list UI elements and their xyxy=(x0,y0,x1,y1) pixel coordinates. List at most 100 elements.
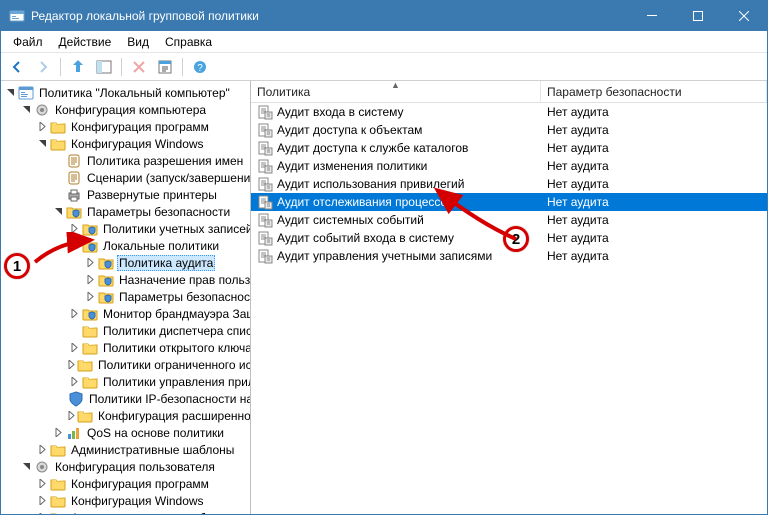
tree-user-admin-templates-icon xyxy=(50,510,66,515)
tree-name-resolution[interactable]: Политика разрешения имен xyxy=(3,152,251,169)
tree-expander-icon[interactable] xyxy=(19,460,33,474)
policy-name: Аудит изменения политики xyxy=(277,159,427,173)
forward-button[interactable] xyxy=(31,56,55,78)
tree-expander-icon[interactable] xyxy=(83,290,97,304)
menu-action[interactable]: Действие xyxy=(51,33,120,51)
tree-account-policies-icon xyxy=(82,221,98,237)
tree-expander-icon[interactable] xyxy=(35,137,49,151)
help-button[interactable]: ? xyxy=(188,56,212,78)
tree-expander-icon[interactable] xyxy=(67,409,76,423)
tree-windows-settings[interactable]: Конфигурация Windows xyxy=(3,135,251,152)
policy-item-icon xyxy=(257,194,273,210)
policy-name: Аудит системных событий xyxy=(277,213,424,227)
tree-security-settings[interactable]: Параметры безопасности xyxy=(3,203,251,220)
menu-view[interactable]: Вид xyxy=(119,33,157,51)
tree-network-list-icon xyxy=(82,323,98,339)
list-row[interactable]: Аудит доступа к объектамНет аудита xyxy=(251,121,767,139)
policy-value: Нет аудита xyxy=(541,105,767,119)
policy-name: Аудит входа в систему xyxy=(277,105,404,119)
tree-expander-icon[interactable] xyxy=(67,307,81,321)
close-button[interactable] xyxy=(721,1,767,31)
tree-qos-label: QoS на основе политики xyxy=(85,426,226,440)
tree-audit-policy[interactable]: Политика аудита xyxy=(3,254,251,271)
tree-app-control-label: Политики управления приложениями xyxy=(101,375,251,389)
list-body[interactable]: Аудит входа в систему Нет аудита Аудит дос… xyxy=(251,103,767,514)
list-row[interactable]: Аудит отслеживания процессовНет аудита xyxy=(251,193,767,211)
tree-expander-icon[interactable] xyxy=(83,256,97,270)
list-row[interactable]: Аудит доступа к службе каталоговНет ауди… xyxy=(251,139,767,157)
tree-pane[interactable]: Политика "Локальный компьютер" Конфигурац… xyxy=(1,81,251,514)
policy-name: Аудит управления учетными записями xyxy=(277,249,492,263)
tree-user-windows[interactable]: Конфигурация Windows xyxy=(3,492,251,509)
policy-name: Аудит отслеживания процессов xyxy=(277,195,454,209)
policy-item-icon xyxy=(257,248,273,264)
column-policy[interactable]: ▲ Политика xyxy=(251,81,541,102)
tree-user-software[interactable]: Конфигурация программ xyxy=(3,475,251,492)
minimize-button[interactable] xyxy=(629,1,675,31)
tree-expander-icon[interactable] xyxy=(35,120,49,134)
tree-user-rights[interactable]: Назначение прав пользователя xyxy=(3,271,251,288)
show-hide-tree-button[interactable] xyxy=(92,56,116,78)
back-button[interactable] xyxy=(5,56,29,78)
tree-expander-icon[interactable] xyxy=(35,477,49,491)
up-button[interactable] xyxy=(66,56,90,78)
menu-help[interactable]: Справка xyxy=(157,33,220,51)
list-row[interactable]: Аудит системных событийНет аудита xyxy=(251,211,767,229)
tree-expander-icon[interactable] xyxy=(35,494,49,508)
tree-audit-policy-label: Политика аудита xyxy=(117,255,215,271)
tree-app-control-icon xyxy=(82,374,98,390)
tree-expander-icon[interactable] xyxy=(67,341,81,355)
tree-windows-settings-label: Конфигурация Windows xyxy=(69,137,206,151)
app-icon xyxy=(9,8,25,24)
tree-expander-icon[interactable] xyxy=(35,511,49,515)
list-row[interactable]: Аудит изменения политикиНет аудита xyxy=(251,157,767,175)
tree-public-key[interactable]: Политики открытого ключа xyxy=(3,339,251,356)
tree-app-control[interactable]: Политики управления приложениями xyxy=(3,373,251,390)
list-row[interactable]: Аудит управления учетными записямиНет ау… xyxy=(251,247,767,265)
tree-expander-icon[interactable] xyxy=(83,273,97,287)
menubar: Файл Действие Вид Справка xyxy=(1,31,767,53)
tree-user-admin-templates[interactable]: Административные шаблоны xyxy=(3,509,251,514)
tree-account-policies[interactable]: Политики учетных записей xyxy=(3,220,251,237)
maximize-button[interactable] xyxy=(675,1,721,31)
tree-expander-icon[interactable] xyxy=(51,426,65,440)
tree-local-policies[interactable]: Локальные политики xyxy=(3,237,251,254)
sort-ascending-icon: ▲ xyxy=(391,80,400,90)
tree-deployed-printers[interactable]: Развернутые принтеры xyxy=(3,186,251,203)
tree-expander-icon[interactable] xyxy=(35,443,49,457)
list-row[interactable]: Аудит входа в систему Нет аудита xyxy=(251,103,767,121)
column-security-param[interactable]: Параметр безопасности xyxy=(541,81,767,102)
tree-expander-icon[interactable] xyxy=(3,86,17,100)
tree-software-restriction[interactable]: Политики ограниченного использования про… xyxy=(3,356,251,373)
tree-advanced-audit[interactable]: Конфигурация расширенной политики аудита xyxy=(3,407,251,424)
tree-scripts[interactable]: Сценарии (запуск/завершение) xyxy=(3,169,251,186)
tree-ipsec[interactable]: Политики IP-безопасности на "Локальный к… xyxy=(3,390,251,407)
tree-computer-config-label: Конфигурация компьютера xyxy=(53,103,208,117)
menu-file[interactable]: Файл xyxy=(5,33,51,51)
list-row[interactable]: Аудит использования привилегийНет аудита xyxy=(251,175,767,193)
tree-user-config-icon xyxy=(34,459,50,475)
tree-admin-templates[interactable]: Административные шаблоны xyxy=(3,441,251,458)
tree-software-settings[interactable]: Конфигурация программ xyxy=(3,118,251,135)
properties-button[interactable] xyxy=(153,56,177,78)
tree-expander-icon[interactable] xyxy=(51,205,65,219)
tree-computer-config[interactable]: Конфигурация компьютера xyxy=(3,101,251,118)
tree-expander-icon[interactable] xyxy=(67,239,81,253)
tree-expander-icon[interactable] xyxy=(67,222,81,236)
tree-qos[interactable]: QoS на основе политики xyxy=(3,424,251,441)
tree-expander-icon[interactable] xyxy=(67,375,81,389)
tree-network-list[interactable]: Политики диспетчера списка сетей xyxy=(3,322,251,339)
list-row[interactable]: Аудит событий входа в системуНет аудита xyxy=(251,229,767,247)
tree-audit-policy-icon xyxy=(98,255,114,271)
tree-software-settings-icon xyxy=(50,119,66,135)
tree-root[interactable]: Политика "Локальный компьютер" xyxy=(3,84,251,101)
tree-expander-icon[interactable] xyxy=(19,103,33,117)
delete-button[interactable] xyxy=(127,56,151,78)
tree-user-config[interactable]: Конфигурация пользователя xyxy=(3,458,251,475)
tree-expander-icon[interactable] xyxy=(67,358,76,372)
tree-network-list-label: Политики диспетчера списка сетей xyxy=(101,324,251,338)
tree-security-options[interactable]: Параметры безопасности xyxy=(3,288,251,305)
tree-user-rights-label: Назначение прав пользователя xyxy=(117,273,251,287)
tree-local-policies-icon xyxy=(82,238,98,254)
tree-defender-firewall[interactable]: Монитор брандмауэра Защитника Windows xyxy=(3,305,251,322)
